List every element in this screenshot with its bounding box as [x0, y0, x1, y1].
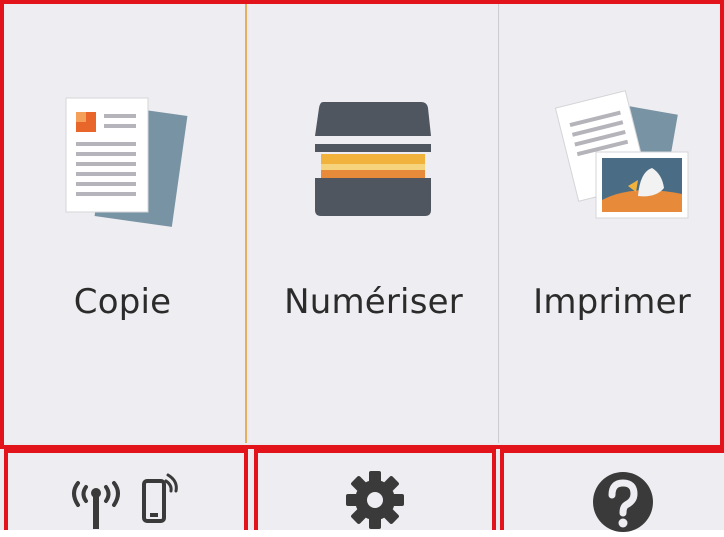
- scanner-icon: [315, 102, 431, 216]
- settings-button[interactable]: [258, 453, 492, 530]
- gear-icon: [346, 471, 404, 529]
- scan-label: Numériser: [284, 282, 463, 322]
- print-photo-icon: [554, 90, 689, 219]
- printer-home-screen: Copie Numériser Imprimer: [0, 0, 724, 532]
- scan-button[interactable]: Numériser: [249, 0, 499, 443]
- copy-button[interactable]: Copie: [0, 0, 247, 443]
- print-button[interactable]: Imprimer: [500, 0, 724, 443]
- help-button[interactable]: [504, 453, 724, 532]
- copy-label: Copie: [73, 282, 172, 322]
- network-status-button[interactable]: [8, 453, 244, 530]
- copy-document-icon: [65, 97, 188, 227]
- print-label: Imprimer: [533, 282, 691, 322]
- wireless-and-phone-icon: [72, 473, 178, 529]
- help-question-icon: [593, 472, 653, 532]
